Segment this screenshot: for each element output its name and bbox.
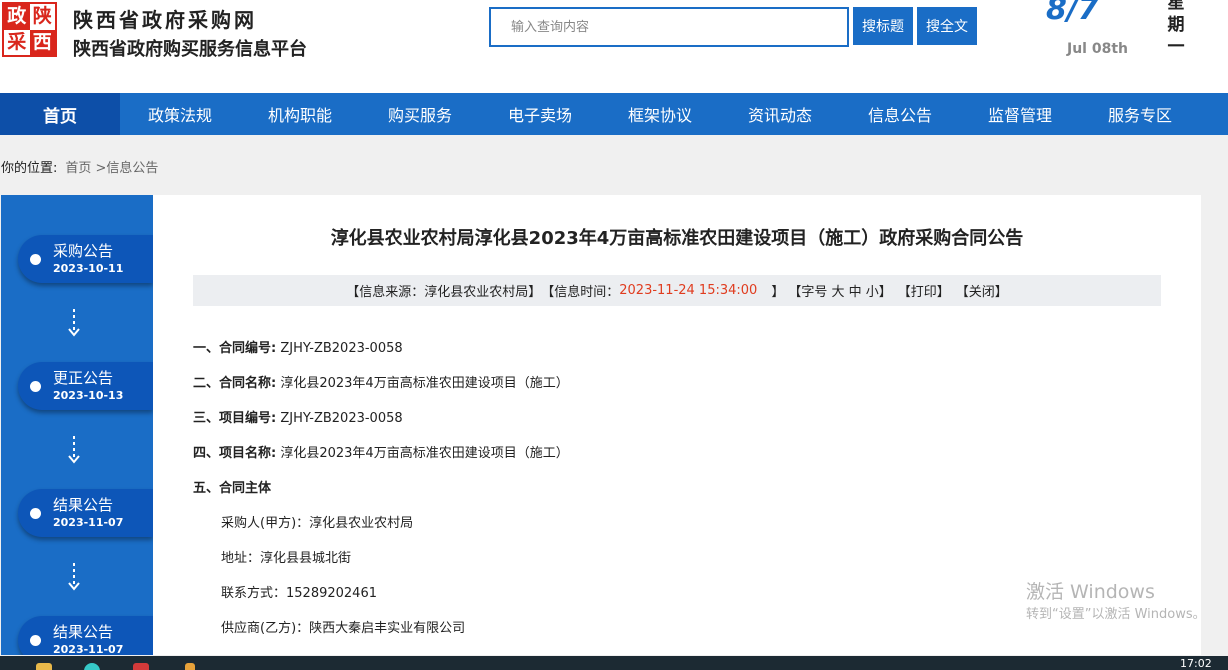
taskbar: 17:02 xyxy=(0,656,1228,670)
nav-item-policy[interactable]: 政策法规 xyxy=(120,93,240,135)
timeline-dot-icon xyxy=(30,635,41,646)
taskbar-clock[interactable]: 17:02 xyxy=(1180,658,1212,669)
announcement-timeline: 采购公告 2023-10-11 更正公告 2023-10-13 结果公告 202… xyxy=(1,195,153,655)
down-arrow-icon xyxy=(68,436,80,464)
timeline-date: 2023-10-11 xyxy=(53,262,124,275)
breadcrumb-prefix: 你的位置: xyxy=(1,161,58,176)
search-title-button[interactable]: 搜标题 xyxy=(853,7,913,45)
breadcrumb-path[interactable]: 首页 >信息公告 xyxy=(65,161,158,176)
search-input[interactable] xyxy=(489,7,849,47)
date-number: 8/7 xyxy=(1046,0,1099,27)
info-time-label: 【信息时间： xyxy=(541,285,620,300)
timeline-label: 结果公告 xyxy=(53,623,114,641)
nav-item-news[interactable]: 资讯动态 xyxy=(720,93,840,135)
timeline-date: 2023-11-07 xyxy=(53,643,124,655)
breadcrumb: 你的位置: 首页 >信息公告 xyxy=(1,157,158,176)
info-time: 2023-11-24 15:34:00 xyxy=(619,283,758,298)
field-value: ZJHY-ZB2023-0058 xyxy=(280,411,403,426)
site-logo[interactable]: 政 陕 采 西 xyxy=(2,2,57,57)
browser-icon[interactable] xyxy=(84,663,100,670)
nav-item-purchase-service[interactable]: 购买服务 xyxy=(360,93,480,135)
timeline-date: 2023-11-07 xyxy=(53,516,124,529)
field-value: ZJHY-ZB2023-0058 xyxy=(280,341,403,356)
timeline-node[interactable]: 更正公告 2023-10-13 xyxy=(18,362,153,410)
close-link[interactable]: 【关闭】 xyxy=(956,281,1008,300)
font-size-control[interactable]: 【字号 大 中 小】 xyxy=(788,281,891,300)
site-subtitle: 陕西省政府购买服务信息平台 xyxy=(73,39,307,60)
folder-icon[interactable] xyxy=(36,663,52,670)
activation-watermark-title: 激活 Windows xyxy=(1026,581,1155,603)
timeline-label: 采购公告 xyxy=(53,242,114,260)
main-nav: 首页 政策法规 机构职能 购买服务 电子卖场 框架协议 资讯动态 信息公告 监督… xyxy=(0,93,1228,135)
info-time-end: 】 xyxy=(771,285,785,300)
contract-field: 四、项目名称: 淳化县2023年4万亩高标准农田建设项目（施工） xyxy=(193,442,569,461)
nav-item-framework[interactable]: 框架协议 xyxy=(600,93,720,135)
timeline-label: 更正公告 xyxy=(53,369,114,387)
field-key: 三、项目编号: xyxy=(193,411,277,426)
weekday: 星期一 xyxy=(1167,0,1185,57)
timeline-dot-icon xyxy=(30,381,41,392)
nav-item-service-zone[interactable]: 服务专区 xyxy=(1080,93,1200,135)
party-field: 联系方式：15289202461 xyxy=(221,586,377,601)
site-title: 陕西省政府采购网 xyxy=(73,8,257,32)
logo-char: 西 xyxy=(32,30,52,53)
party-field: 地址：淳化县县城北街 xyxy=(221,551,352,566)
field-key: 五、合同主体 xyxy=(193,481,272,496)
nav-item-e-mall[interactable]: 电子卖场 xyxy=(480,93,600,135)
app-icon[interactable] xyxy=(133,663,149,670)
site-header: 政 陕 采 西 陕西省政府采购网 陕西省政府购买服务信息平台 搜标题 搜全文 8… xyxy=(0,0,1228,93)
logo-char: 采 xyxy=(4,29,30,55)
timeline-date: 2023-10-13 xyxy=(53,389,124,402)
article-title: 淳化县农业农村局淳化县2023年4万亩高标准农田建设项目（施工）政府采购合同公告 xyxy=(330,228,1024,249)
down-arrow-icon xyxy=(68,309,80,337)
timeline-label: 结果公告 xyxy=(53,496,114,514)
timeline-dot-icon xyxy=(30,508,41,519)
down-arrow-icon xyxy=(68,563,80,591)
field-key: 二、合同名称: xyxy=(193,376,277,391)
search-fulltext-button[interactable]: 搜全文 xyxy=(917,7,977,45)
field-value: 淳化县2023年4万亩高标准农田建设项目（施工） xyxy=(280,446,569,461)
logo-char: 陕 xyxy=(29,4,55,30)
nav-item-announcements[interactable]: 信息公告 xyxy=(840,93,960,135)
nav-item-supervision[interactable]: 监督管理 xyxy=(960,93,1080,135)
contract-field: 五、合同主体 xyxy=(193,477,271,496)
timeline-node[interactable]: 采购公告 2023-10-11 xyxy=(18,235,153,283)
date-english: Jul 08th xyxy=(1067,41,1128,57)
timeline-node[interactable]: 结果公告 2023-11-07 xyxy=(18,616,153,655)
info-source: 【信息来源：淳化县农业农村局】 xyxy=(346,285,542,300)
activation-watermark-subtitle: 转到“设置”以激活 Windows。 xyxy=(1026,607,1206,622)
timeline-dot-icon xyxy=(30,254,41,265)
nav-item-home[interactable]: 首页 xyxy=(0,93,120,135)
field-value: 淳化县2023年4万亩高标准农田建设项目（施工） xyxy=(280,376,569,391)
logo-char: 政 xyxy=(7,5,27,28)
party-field: 采购人(甲方)：淳化县农业农村局 xyxy=(221,516,414,531)
nav-item-organization[interactable]: 机构职能 xyxy=(240,93,360,135)
party-field: 供应商(乙方)：陕西大秦启丰实业有限公司 xyxy=(221,621,466,636)
contract-field: 二、合同名称: 淳化县2023年4万亩高标准农田建设项目（施工） xyxy=(193,372,569,391)
app-icon[interactable] xyxy=(185,663,195,670)
timeline-node[interactable]: 结果公告 2023-11-07 xyxy=(18,489,153,537)
field-key: 一、合同编号: xyxy=(193,341,277,356)
contract-field: 一、合同编号: ZJHY-ZB2023-0058 xyxy=(193,337,403,356)
contract-field: 三、项目编号: ZJHY-ZB2023-0058 xyxy=(193,407,403,426)
field-key: 四、项目名称: xyxy=(193,446,277,461)
article-info-bar: 【信息来源：淳化县农业农村局】 【信息时间： 2023-11-24 15:34:… xyxy=(193,275,1161,306)
print-link[interactable]: 【打印】 xyxy=(898,281,950,300)
